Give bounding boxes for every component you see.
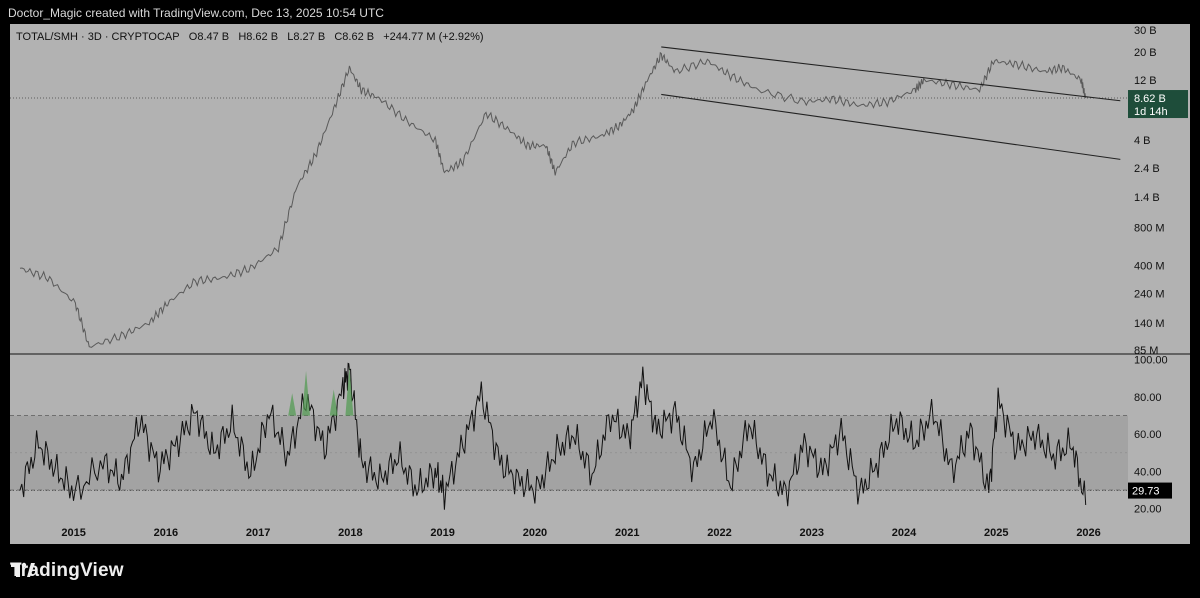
- symbol-name: TOTAL/SMH · 3D · CRYPTOCAP: [16, 31, 180, 43]
- x-tick-label: 2020: [523, 527, 547, 539]
- price-tick-label: 12 B: [1134, 75, 1157, 87]
- x-tick-label: 2016: [154, 527, 178, 539]
- rsi-tick-label: 100.00: [1134, 355, 1168, 367]
- close-value: C8.62 B: [334, 31, 375, 43]
- chart-svg: 30 B 20 B 12 B 4 B 2.4 B 1.4 B 800 M 400 M 240 M…: [10, 25, 1190, 539]
- x-tick-label: 2021: [615, 527, 639, 539]
- symbol-info: TOTAL/SMH · 3D · CRYPTOCAP O8.47 B H8.62…: [16, 31, 484, 43]
- x-tick-label: 2018: [338, 527, 362, 539]
- x-tick-label: 2022: [707, 527, 731, 539]
- rsi-overbought-fill: [302, 370, 311, 416]
- price-pane: [10, 46, 1128, 348]
- chart-area[interactable]: 30 B 20 B 12 B 4 B 2.4 B 1.4 B 800 M 400 M 240 M…: [10, 24, 1190, 544]
- change-value: +244.77 M (+2.92%): [383, 31, 484, 43]
- rsi-pane: [10, 362, 1128, 510]
- chart-attribution: Doctor_Magic created with TradingView.co…: [8, 6, 384, 20]
- price-tick-label: 30 B: [1134, 25, 1157, 37]
- price-tick-label: 1.4 B: [1134, 192, 1160, 204]
- rsi-tick-label: 80.00: [1134, 392, 1162, 404]
- trend-channel-line-2: [661, 93, 1121, 160]
- x-tick-label: 2019: [430, 527, 454, 539]
- last-price-label: 8.62 B: [1134, 93, 1166, 105]
- x-tick-label: 2026: [1076, 527, 1100, 539]
- low-value: L8.27 B: [287, 31, 326, 43]
- price-tick-label: 140 M: [1134, 318, 1165, 330]
- rsi-tick-label: 20.00: [1134, 504, 1162, 516]
- rsi-overbought-fill: [329, 389, 338, 416]
- rsi-value-label: 29.73: [1132, 486, 1160, 498]
- price-tick-label: 20 B: [1134, 47, 1157, 59]
- x-tick-label: 2024: [892, 527, 917, 539]
- price-tick-label: 4 B: [1134, 135, 1151, 147]
- price-tick-label: 240 M: [1134, 288, 1165, 300]
- price-tick-label: 400 M: [1134, 261, 1165, 273]
- x-tick-label: 2017: [246, 527, 270, 539]
- x-tick-label: 2023: [800, 527, 824, 539]
- high-value: H8.62 B: [238, 31, 279, 43]
- open-value: O8.47 B: [188, 31, 230, 43]
- countdown-label: 1d 14h: [1134, 106, 1168, 118]
- trend-channel-line-1: [661, 46, 1121, 102]
- x-tick-label: 2015: [61, 527, 85, 539]
- price-tick-label: 800 M: [1134, 223, 1165, 235]
- footer-brand[interactable]: TradingView: [10, 560, 124, 582]
- rsi-overbought-fill: [288, 393, 297, 416]
- price-series-line: [19, 51, 1087, 348]
- tradingview-logo-icon: [11, 562, 35, 577]
- rsi-tick-label: 60.00: [1134, 429, 1162, 441]
- price-tick-label: 2.4 B: [1134, 163, 1160, 175]
- rsi-tick-label: 40.00: [1134, 466, 1162, 478]
- x-tick-label: 2025: [984, 527, 1008, 539]
